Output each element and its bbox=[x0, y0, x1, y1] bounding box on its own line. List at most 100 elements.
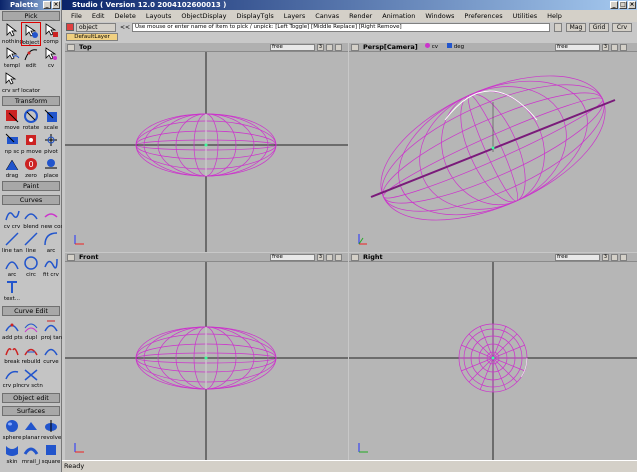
section-curves[interactable]: Curves bbox=[2, 195, 60, 205]
prompt-history-button[interactable] bbox=[554, 23, 562, 32]
viewport-menu-button[interactable] bbox=[67, 254, 75, 261]
pick-mode-field[interactable]: object bbox=[76, 23, 116, 32]
tool-mrail-j[interactable]: mrail_j bbox=[21, 442, 41, 466]
tool-drag[interactable]: drag bbox=[2, 156, 22, 180]
tool-pick-crv-srf-locator[interactable]: crv srf locator bbox=[2, 71, 60, 95]
tool-p-move[interactable]: p move bbox=[21, 132, 42, 156]
tool-new-cos[interactable]: new cos bbox=[41, 207, 63, 231]
cv-toggle[interactable]: cv bbox=[425, 43, 438, 52]
section-paint[interactable]: Paint bbox=[2, 181, 60, 191]
viewport-menu-button[interactable] bbox=[351, 44, 359, 51]
close-button[interactable]: × bbox=[628, 1, 636, 9]
tool-arc[interactable]: arc bbox=[41, 231, 61, 255]
tool-skin[interactable]: skin bbox=[2, 442, 22, 466]
viewport-right-maximize[interactable] bbox=[611, 254, 618, 261]
studio-titlebar[interactable]: Studio ( Version 12.0 2004102600013 ) _ □… bbox=[62, 0, 637, 10]
viewport-top-field[interactable]: free bbox=[270, 44, 315, 51]
viewport-front-maximize[interactable] bbox=[326, 254, 333, 261]
tool-pick-nothing[interactable]: nothing bbox=[2, 22, 23, 46]
tool-scale[interactable]: scale bbox=[41, 108, 61, 132]
viewport-menu-button[interactable] bbox=[67, 44, 75, 51]
tool-circ[interactable]: circ bbox=[21, 255, 41, 279]
tool-crv-sctn[interactable]: crv sctn bbox=[21, 366, 43, 390]
menu-displaytgls[interactable]: DisplayTgls bbox=[231, 10, 278, 22]
layer-default[interactable]: DefaultLayer bbox=[66, 33, 118, 41]
tool-text[interactable]: text... bbox=[2, 279, 22, 303]
tool-dupl[interactable]: dupl bbox=[21, 318, 41, 342]
menu-layers[interactable]: Layers bbox=[279, 10, 311, 22]
menu-animation[interactable]: Animation bbox=[377, 10, 420, 22]
tool-revolve[interactable]: revolve bbox=[41, 418, 61, 442]
tool-break[interactable]: break bbox=[2, 342, 22, 366]
viewport-top-maximize[interactable] bbox=[326, 44, 333, 51]
grid-snap-button[interactable]: Grid bbox=[589, 23, 609, 32]
tool-rebuild[interactable]: rebuild bbox=[21, 342, 41, 366]
viewport-front[interactable]: Front free 3 bbox=[65, 253, 348, 460]
minimize-button[interactable]: _ bbox=[610, 1, 618, 9]
tool-np-scale[interactable]: np sc bbox=[2, 132, 22, 156]
tool-add-pts[interactable]: add pts bbox=[2, 318, 23, 342]
tool-pick-object[interactable]: object bbox=[21, 22, 41, 46]
viewport-right-field[interactable]: free bbox=[555, 254, 600, 261]
minimize-button[interactable]: _ bbox=[43, 1, 51, 9]
viewport-front-close[interactable] bbox=[335, 254, 342, 261]
viewport-top[interactable]: Top free 3 bbox=[65, 43, 348, 252]
palette-titlebar[interactable]: Palette _ × bbox=[0, 0, 61, 10]
viewport-top-num[interactable]: 3 bbox=[317, 44, 324, 51]
menu-delete[interactable]: Delete bbox=[109, 10, 140, 22]
tool-planar[interactable]: planar bbox=[21, 418, 41, 442]
tool-sphere[interactable]: sphere bbox=[2, 418, 22, 442]
section-object-edit[interactable]: Object edit bbox=[2, 393, 60, 403]
menu-canvas[interactable]: Canvas bbox=[310, 10, 344, 22]
tool-rotate[interactable]: rotate bbox=[21, 108, 41, 132]
tool-crv-pln[interactable]: crv pln bbox=[2, 366, 22, 390]
close-button[interactable]: × bbox=[52, 1, 60, 9]
tool-pick-comp[interactable]: comp bbox=[41, 22, 61, 46]
menu-preferences[interactable]: Preferences bbox=[459, 10, 507, 22]
prompt-line[interactable]: Use mouse or enter name of item to pick … bbox=[132, 23, 550, 32]
viewport-persp-field[interactable]: free bbox=[555, 44, 600, 51]
section-surfaces[interactable]: Surfaces bbox=[2, 406, 60, 416]
viewport-front-canvas[interactable] bbox=[65, 262, 348, 460]
section-curve-edit[interactable]: Curve Edit bbox=[2, 306, 60, 316]
tool-pivot[interactable]: pivot bbox=[41, 132, 61, 156]
menu-layouts[interactable]: Layouts bbox=[141, 10, 176, 22]
tool-line[interactable]: line bbox=[21, 231, 41, 255]
viewport-persp-maximize[interactable] bbox=[611, 44, 618, 51]
viewport-top-close[interactable] bbox=[335, 44, 342, 51]
viewport-top-canvas[interactable] bbox=[65, 52, 348, 252]
tool-blend[interactable]: blend bbox=[21, 207, 41, 231]
tool-curve[interactable]: curve bbox=[41, 342, 61, 366]
menu-objectdisplay[interactable]: ObjectDisplay bbox=[176, 10, 231, 22]
tool-line-tan[interactable]: line tan bbox=[2, 231, 23, 255]
tool-square[interactable]: square bbox=[41, 442, 61, 466]
menu-help[interactable]: Help bbox=[542, 10, 567, 22]
tool-zero[interactable]: 0 zero bbox=[21, 156, 41, 180]
tool-cv-crv[interactable]: cv crv bbox=[2, 207, 22, 231]
menu-edit[interactable]: Edit bbox=[87, 10, 110, 22]
viewport-right[interactable]: Right free 3 bbox=[349, 253, 637, 460]
section-transform[interactable]: Transform bbox=[2, 96, 60, 106]
viewport-right-canvas[interactable] bbox=[349, 262, 637, 460]
viewport-front-field[interactable]: free bbox=[270, 254, 315, 261]
tool-pick-templ[interactable]: templ bbox=[2, 46, 22, 70]
menu-windows[interactable]: Windows bbox=[420, 10, 459, 22]
viewport-front-num[interactable]: 3 bbox=[317, 254, 324, 261]
tool-pick-cv[interactable]: cv bbox=[41, 46, 61, 70]
menu-file[interactable]: File bbox=[66, 10, 87, 22]
viewport-persp-close[interactable] bbox=[620, 44, 627, 51]
viewport-menu-button[interactable] bbox=[351, 254, 359, 261]
tool-fit-crv[interactable]: fit crv bbox=[41, 255, 61, 279]
maximize-button[interactable]: □ bbox=[619, 1, 627, 9]
section-pick[interactable]: Pick bbox=[2, 11, 60, 21]
menu-render[interactable]: Render bbox=[344, 10, 377, 22]
viewport-right-close[interactable] bbox=[620, 254, 627, 261]
mag-button[interactable]: Mag bbox=[566, 23, 586, 32]
curve-snap-button[interactable]: Crv bbox=[612, 23, 632, 32]
tool-place[interactable]: place bbox=[41, 156, 61, 180]
viewport-persp-canvas[interactable] bbox=[349, 52, 637, 252]
tool-proj-tan[interactable]: proj tan bbox=[41, 318, 62, 342]
viewport-persp[interactable]: Persp[Camera] cv deg free 3 bbox=[349, 43, 637, 252]
tool-move[interactable]: move bbox=[2, 108, 22, 132]
viewport-persp-num[interactable]: 3 bbox=[602, 44, 609, 51]
